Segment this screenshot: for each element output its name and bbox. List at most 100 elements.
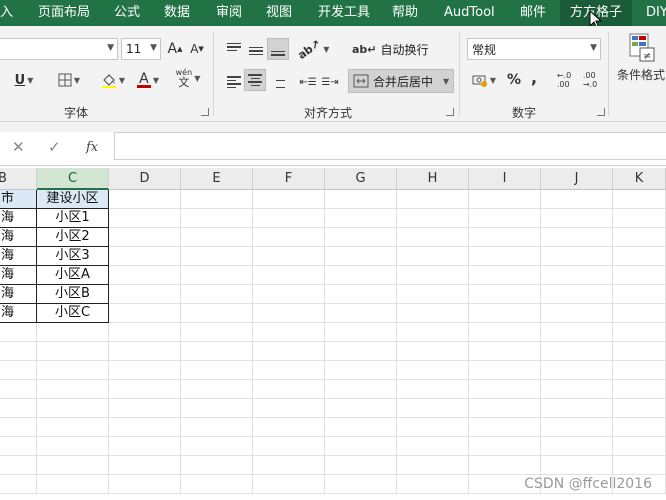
grid-cell[interactable]: [109, 418, 181, 437]
grid-cell[interactable]: [181, 475, 253, 494]
column-header-j[interactable]: J: [541, 168, 613, 190]
grid-cell[interactable]: [613, 323, 666, 342]
tab-formulas[interactable]: 公式: [114, 0, 140, 26]
grid-cell[interactable]: [109, 323, 181, 342]
tab-mailings[interactable]: 邮件: [520, 0, 546, 26]
table-cell-city[interactable]: 海: [0, 285, 37, 304]
grid-cell[interactable]: [325, 475, 397, 494]
grid-cell[interactable]: [253, 342, 325, 361]
grid-cell[interactable]: [109, 361, 181, 380]
grid-cell[interactable]: [469, 342, 541, 361]
grid-cell[interactable]: [397, 323, 469, 342]
grid-cell[interactable]: [37, 380, 109, 399]
accounting-format-button[interactable]: ▼: [469, 69, 499, 91]
grid-cell[interactable]: [181, 209, 253, 228]
grid-cell[interactable]: [109, 266, 181, 285]
underline-button[interactable]: U ▼: [8, 69, 40, 91]
grid-cell[interactable]: [541, 380, 613, 399]
table-cell-district[interactable]: 小区B: [37, 285, 109, 304]
grid-cell[interactable]: [541, 342, 613, 361]
grid-cell[interactable]: [325, 342, 397, 361]
grid-cell[interactable]: [0, 361, 37, 380]
grid-cell[interactable]: [181, 437, 253, 456]
alignment-dialog-launcher-icon[interactable]: [446, 108, 454, 116]
table-cell-city[interactable]: 海: [0, 209, 37, 228]
grid-cell[interactable]: [541, 437, 613, 456]
grid-cell[interactable]: [181, 399, 253, 418]
increase-indent-button[interactable]: ☰⇥: [320, 71, 340, 93]
grid-cell[interactable]: [541, 323, 613, 342]
percent-style-button[interactable]: %: [505, 69, 523, 91]
tab-diy[interactable]: DIY: [646, 0, 666, 26]
column-header-h[interactable]: H: [397, 168, 469, 190]
grid-cell[interactable]: [253, 399, 325, 418]
grid-cell[interactable]: [325, 361, 397, 380]
grid-cell[interactable]: [325, 437, 397, 456]
grid-cell[interactable]: [397, 342, 469, 361]
number-format-combo[interactable]: 常规 ▼: [467, 38, 601, 60]
grid-cell[interactable]: [109, 190, 181, 209]
grid-cell[interactable]: [253, 190, 325, 209]
grid-cell[interactable]: [109, 247, 181, 266]
grid-cell[interactable]: [397, 418, 469, 437]
grid-cell[interactable]: [181, 190, 253, 209]
grid-cell[interactable]: [109, 399, 181, 418]
grid-cell[interactable]: [325, 190, 397, 209]
grid-cell[interactable]: [469, 247, 541, 266]
increase-font-size-button[interactable]: A ▲: [166, 38, 184, 60]
grid-cell[interactable]: [469, 380, 541, 399]
grid-cell[interactable]: [253, 456, 325, 475]
grid-cell[interactable]: [613, 209, 666, 228]
grid-cell[interactable]: [325, 456, 397, 475]
table-header-district[interactable]: 建设小区: [37, 190, 109, 209]
grid-cell[interactable]: [541, 266, 613, 285]
grid-cell[interactable]: [181, 228, 253, 247]
column-header-i[interactable]: I: [469, 168, 541, 190]
grid-cell[interactable]: [0, 342, 37, 361]
grid-cell[interactable]: [469, 399, 541, 418]
font-dialog-launcher-icon[interactable]: [201, 108, 209, 116]
grid-cell[interactable]: [109, 285, 181, 304]
orientation-button[interactable]: ab↗ ▼: [295, 37, 329, 62]
grid-cell[interactable]: [469, 285, 541, 304]
grid-cell[interactable]: [325, 399, 397, 418]
grid-cell[interactable]: [541, 285, 613, 304]
table-cell-district[interactable]: 小区C: [37, 304, 109, 323]
font-color-button[interactable]: A ▼: [132, 69, 164, 91]
bottom-align-button[interactable]: [267, 38, 289, 60]
insert-function-button[interactable]: fx: [86, 134, 98, 160]
grid-cell[interactable]: [541, 361, 613, 380]
merge-center-button[interactable]: 合并后居中 ▼: [348, 69, 455, 93]
grid-cell[interactable]: [109, 475, 181, 494]
grid-cell[interactable]: [109, 228, 181, 247]
top-align-button[interactable]: [224, 36, 244, 58]
table-cell-city[interactable]: 海: [0, 266, 37, 285]
grid-cell[interactable]: [469, 456, 541, 475]
grid-cell[interactable]: [181, 304, 253, 323]
grid-cell[interactable]: [181, 285, 253, 304]
cancel-entry-button[interactable]: ✕: [12, 134, 25, 160]
grid-cell[interactable]: [397, 456, 469, 475]
grid-cell[interactable]: [397, 475, 469, 494]
column-header-d[interactable]: D: [109, 168, 181, 190]
table-cell-district[interactable]: 小区3: [37, 247, 109, 266]
grid-cell[interactable]: [541, 456, 613, 475]
grid-cell[interactable]: [181, 323, 253, 342]
grid-cell[interactable]: [37, 456, 109, 475]
grid-cell[interactable]: [0, 399, 37, 418]
decrease-indent-button[interactable]: ⇤☰: [298, 71, 318, 93]
formula-input[interactable]: [114, 132, 666, 160]
grid-cell[interactable]: [397, 285, 469, 304]
comma-style-button[interactable]: ,: [527, 66, 541, 88]
grid-cell[interactable]: [109, 304, 181, 323]
column-header-c[interactable]: C: [37, 168, 109, 190]
grid-cell[interactable]: [541, 190, 613, 209]
grid-cell[interactable]: [613, 418, 666, 437]
font-name-combo[interactable]: ▼: [0, 38, 118, 60]
grid-cell[interactable]: [109, 380, 181, 399]
table-cell-city[interactable]: 海: [0, 247, 37, 266]
grid-cell[interactable]: [613, 190, 666, 209]
grid-cell[interactable]: [469, 418, 541, 437]
grid-cell[interactable]: [253, 475, 325, 494]
grid-cell[interactable]: [325, 304, 397, 323]
